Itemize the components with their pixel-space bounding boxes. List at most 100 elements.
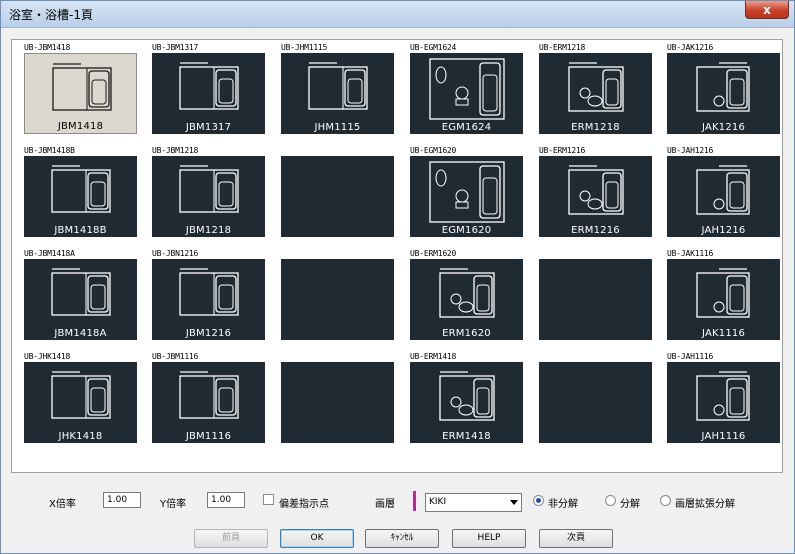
cell-code: JHK1418 — [58, 431, 103, 442]
floor-plan-icon — [439, 371, 495, 421]
layer-label: 画層 — [375, 499, 395, 510]
cell-code: JAH1116 — [701, 431, 746, 442]
cell-code: ERM1418 — [442, 431, 491, 442]
empty-cell — [539, 362, 652, 443]
cell-label: UB-ERM1620 — [410, 249, 457, 258]
cell-label: UB-JAK1116 — [667, 249, 714, 258]
bath-preview-cell[interactable]: ERM1218 — [539, 53, 652, 134]
help-button[interactable]: HELP — [452, 529, 526, 548]
explode-label: 分解 — [620, 499, 640, 510]
x-scale-input[interactable]: 1.00 — [103, 492, 141, 508]
cell-code: ERM1620 — [442, 328, 491, 339]
close-button[interactable]: x — [745, 1, 789, 19]
floor-plan-icon — [179, 371, 239, 419]
bath-preview-cell[interactable]: JAH1116 — [667, 362, 780, 443]
floor-plan-icon — [308, 62, 368, 110]
cell-label: UB-JBN1216 — [152, 249, 199, 258]
bath-preview-grid: UB-JBM1418 JBM1418 UB-JBM1317 JBM1317 UB-J… — [11, 39, 783, 473]
window-title: 浴室・浴槽-1頁 — [9, 8, 93, 22]
floor-plan-icon — [179, 62, 239, 110]
no-explode-radio[interactable] — [533, 495, 544, 506]
offset-point-checkbox[interactable] — [263, 494, 274, 505]
bath-preview-cell[interactable]: JHM1115 — [281, 53, 394, 134]
cell-label: UB-JHK1418 — [24, 352, 71, 361]
no-explode-label: 非分解 — [548, 499, 578, 510]
cell-code: JAK1216 — [701, 122, 746, 133]
cell-label: UB-JHM1115 — [281, 43, 328, 52]
bath-preview-cell[interactable]: JAH1216 — [667, 156, 780, 237]
cell-label: UB-JBM1418B — [24, 146, 75, 155]
bath-preview-cell[interactable]: JBM1317 — [152, 53, 265, 134]
layer-color-swatch — [413, 491, 416, 511]
x-scale-label: X倍率 — [49, 499, 76, 510]
explode-radio[interactable] — [605, 495, 616, 506]
empty-cell — [539, 259, 652, 340]
layer-select[interactable]: KIKI — [425, 493, 522, 512]
floor-plan-icon — [51, 371, 111, 419]
cell-label: UB-JAK1216 — [667, 43, 714, 52]
bath-preview-cell[interactable]: ERM1216 — [539, 156, 652, 237]
cell-label: UB-JAH1116 — [667, 352, 714, 361]
cell-code: EGM1620 — [441, 225, 492, 236]
cell-code: ERM1216 — [571, 225, 620, 236]
layer-explode-radio[interactable] — [660, 495, 671, 506]
y-scale-input[interactable]: 1.00 — [207, 492, 245, 508]
bath-preview-cell[interactable]: JBM1216 — [152, 259, 265, 340]
bath-preview-cell[interactable]: ERM1418 — [410, 362, 523, 443]
floor-plan-icon — [696, 268, 750, 318]
title-bar[interactable]: 浴室・浴槽-1頁 x — [1, 1, 794, 28]
floor-plan-icon — [568, 165, 624, 215]
cell-label: UB-EGM1620 — [410, 146, 457, 155]
floor-plan-icon — [429, 58, 505, 120]
floor-plan-icon — [568, 62, 624, 112]
bath-preview-cell[interactable]: JBM1218 — [152, 156, 265, 237]
cell-label: UB-JAH1216 — [667, 146, 714, 155]
cell-code: JBM1317 — [185, 122, 232, 133]
cell-code: JAK1116 — [701, 328, 746, 339]
empty-cell — [281, 259, 394, 340]
ok-button[interactable]: OK — [280, 529, 354, 548]
floor-plan-icon — [696, 371, 750, 421]
empty-cell — [281, 156, 394, 237]
cell-label: UB-JBM1418 — [24, 43, 71, 52]
bath-preview-cell[interactable]: JBM1418B — [24, 156, 137, 237]
floor-plan-icon — [52, 63, 112, 111]
cell-code: JBM1418B — [54, 225, 107, 236]
empty-cell — [281, 362, 394, 443]
bath-preview-cell[interactable]: ERM1620 — [410, 259, 523, 340]
layer-explode-label: 画層拡張分解 — [675, 499, 735, 510]
cell-code: ERM1218 — [571, 122, 620, 133]
cell-label: UB-JBM1218 — [152, 146, 199, 155]
layer-select-value: KIKI — [429, 497, 447, 507]
floor-plan-icon — [51, 268, 111, 316]
floor-plan-icon — [696, 62, 750, 112]
close-icon: x — [763, 2, 771, 17]
bath-preview-cell[interactable]: JBM1116 — [152, 362, 265, 443]
floor-plan-icon — [51, 165, 111, 213]
cell-code: JBM1116 — [185, 431, 232, 442]
y-scale-label: Y倍率 — [160, 499, 187, 510]
bath-preview-cell[interactable]: JBM1418A — [24, 259, 137, 340]
cell-code: JBM1418A — [54, 328, 107, 339]
floor-plan-icon — [429, 161, 505, 223]
floor-plan-icon — [696, 165, 750, 215]
next-page-button[interactable]: 次頁 — [539, 529, 613, 548]
bath-preview-cell[interactable]: JHK1418 — [24, 362, 137, 443]
cell-label: UB-JBM1418A — [24, 249, 75, 258]
bath-preview-cell[interactable]: EGM1620 — [410, 156, 523, 237]
cell-code: JBM1218 — [185, 225, 232, 236]
cancel-button[interactable]: ｷｬﾝｾﾙ — [365, 529, 439, 548]
prev-page-button[interactable]: 前頁 — [194, 529, 268, 548]
cell-label: UB-ERM1418 — [410, 352, 457, 361]
offset-point-label: 偏差指示点 — [279, 499, 329, 510]
cell-label: UB-EGM1624 — [410, 43, 457, 52]
bath-preview-cell[interactable]: JAK1216 — [667, 53, 780, 134]
cell-code: JBM1216 — [185, 328, 232, 339]
cell-label: UB-JBM1317 — [152, 43, 199, 52]
bath-preview-cell[interactable]: JBM1418 — [24, 53, 137, 134]
bath-preview-cell[interactable]: EGM1624 — [410, 53, 523, 134]
cell-code: EGM1624 — [441, 122, 492, 133]
cell-label: UB-ERM1218 — [539, 43, 586, 52]
bath-preview-cell[interactable]: JAK1116 — [667, 259, 780, 340]
dialog-window: 浴室・浴槽-1頁 x UB-JBM1418 JBM1418 UB-JBM1317 … — [0, 0, 795, 554]
